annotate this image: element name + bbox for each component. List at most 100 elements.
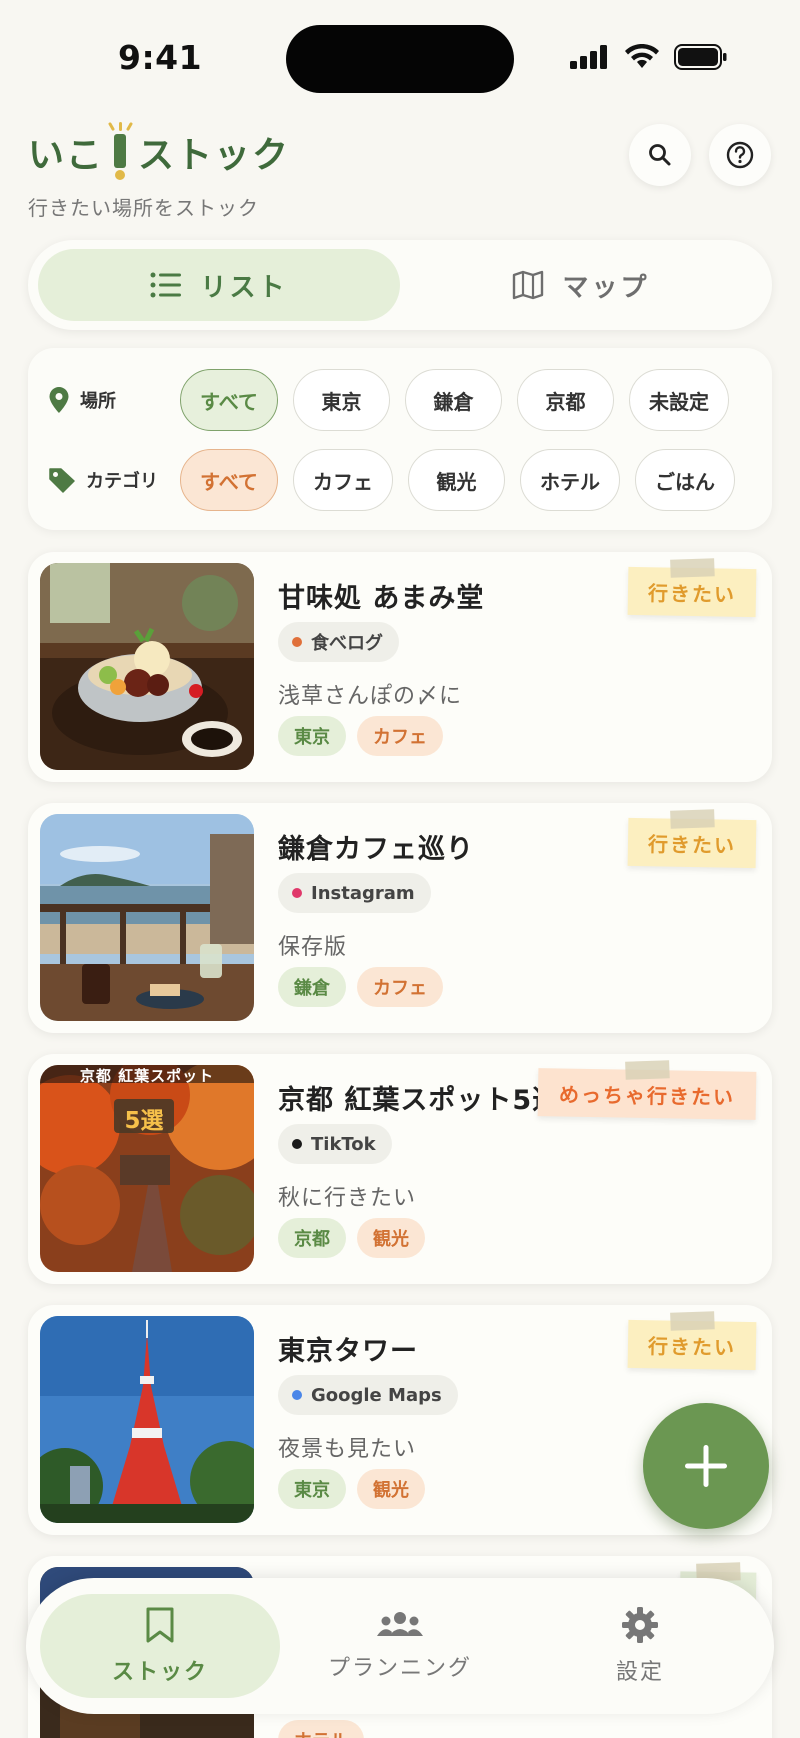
battery-icon	[674, 44, 727, 70]
spot-title: 京都 紅葉スポット5選	[278, 1085, 561, 1116]
view-toggle: リスト マップ	[28, 240, 772, 330]
app-title-part2: ストック	[138, 135, 291, 176]
source-label: Google Maps	[311, 1384, 442, 1406]
spot-card[interactable]: 鎌倉カフェ巡り Instagram 保存版 鎌倉 カフェ 行きたい	[28, 803, 772, 1033]
source-badge: TikTok	[278, 1124, 392, 1164]
spot-memo: 保存版	[278, 935, 348, 960]
category-filter-text: カテゴリ	[86, 471, 158, 492]
category-tag: カフェ	[357, 967, 443, 1007]
status-time: 9:41	[118, 38, 203, 77]
list-view-label: リスト	[200, 272, 288, 303]
location-filter-label: 場所	[48, 386, 180, 414]
source-label: TikTok	[311, 1133, 376, 1155]
status-label: めっちゃ行きたい	[558, 1081, 736, 1110]
people-icon	[377, 1612, 423, 1636]
source-badge: Instagram	[278, 873, 431, 913]
thumbnail-caption: 京都 紅葉スポット	[79, 1067, 215, 1085]
tag-icon	[49, 468, 75, 493]
spot-tags: 鎌倉 カフェ	[278, 967, 443, 1007]
location-filter-text: 場所	[80, 391, 116, 412]
spot-title: 鎌倉カフェ巡り	[278, 834, 474, 865]
spot-tags: 東京 観光	[278, 1469, 425, 1509]
status-sticky-note[interactable]: 行きたい	[627, 809, 757, 869]
list-icon	[150, 272, 182, 298]
category-chip-food[interactable]: ごはん	[635, 449, 735, 511]
map-view-tab[interactable]: マップ	[400, 249, 762, 321]
location-filter-row: 場所 すべて 東京 鎌倉 京都 未設定	[48, 368, 744, 432]
spot-memo: 浅草さんぽの〆に	[278, 684, 463, 709]
search-icon	[649, 144, 671, 166]
source-dot-icon	[292, 1139, 302, 1149]
dynamic-island	[286, 25, 514, 93]
category-filter-label: カテゴリ	[48, 467, 180, 493]
nav-settings[interactable]: 設定	[520, 1594, 760, 1698]
spot-thumbnail-kamakura	[40, 814, 254, 1021]
wifi-icon	[625, 44, 659, 68]
spot-card[interactable]: 甘味処 あまみ堂 食べログ 浅草さんぽの〆に 東京 カフェ 行きたい	[28, 552, 772, 782]
filter-panel: 場所 すべて 東京 鎌倉 京都 未設定 カテゴリ すべて カフェ 観光 ホテル …	[28, 348, 772, 530]
status-sticky-note[interactable]: 行きたい	[627, 558, 757, 618]
category-chip-cafe[interactable]: カフェ	[293, 449, 393, 511]
source-dot-icon	[292, 637, 302, 647]
plus-icon	[685, 1445, 727, 1487]
spot-title: 甘味処 あまみ堂	[278, 583, 485, 614]
map-icon	[513, 270, 544, 300]
spot-thumbnail-kyoto: 京都 紅葉スポット 5選	[40, 1065, 254, 1272]
spot-title: 東京タワー	[278, 1336, 418, 1367]
location-tag: 東京	[278, 1469, 346, 1509]
category-chip-sightseeing[interactable]: 観光	[408, 449, 505, 511]
status-bar: 9:41	[0, 0, 800, 110]
status-sticky-note[interactable]: 行きたい	[627, 1311, 757, 1371]
source-dot-icon	[292, 888, 302, 898]
help-button[interactable]	[709, 124, 771, 186]
category-tag: ホテル	[278, 1720, 364, 1738]
source-badge: Google Maps	[278, 1375, 458, 1415]
help-icon	[726, 141, 754, 169]
location-pin-icon	[49, 387, 69, 413]
spot-card[interactable]: 京都 紅葉スポット 5選 京都 紅葉スポット5選 TikTok 秋に行きたい 京…	[28, 1054, 772, 1284]
category-chip-all[interactable]: すべて	[180, 449, 278, 511]
location-chip-all[interactable]: すべて	[180, 369, 278, 431]
location-chip-unset[interactable]: 未設定	[629, 369, 729, 431]
app-title-part1: いこ	[28, 135, 105, 176]
spot-memo: 夜景も見たい	[278, 1437, 417, 1462]
spot-tags: ホテル	[278, 1720, 364, 1738]
status-label: 行きたい	[647, 1333, 737, 1360]
status-sticky-note[interactable]: めっちゃ行きたい	[537, 1060, 757, 1120]
status-label: 行きたい	[647, 580, 737, 607]
nav-planning-label: プランニング	[327, 1656, 472, 1681]
map-view-label: マップ	[562, 272, 650, 303]
spot-tags: 京都 観光	[278, 1218, 425, 1258]
gear-icon	[622, 1607, 658, 1643]
spot-memo: 秋に行きたい	[278, 1186, 417, 1211]
category-tag: 観光	[357, 1469, 425, 1509]
status-label: 行きたい	[647, 831, 737, 858]
location-tag: 東京	[278, 716, 346, 756]
spot-thumbnail-tokyo-tower	[40, 1316, 254, 1523]
bookmark-icon	[146, 1607, 174, 1643]
source-label: 食べログ	[311, 633, 383, 654]
nav-stock[interactable]: ストック	[40, 1594, 280, 1698]
app-subtitle: 行きたい場所をストック	[28, 196, 259, 220]
spot-tags: 東京 カフェ	[278, 716, 443, 756]
search-button[interactable]	[629, 124, 691, 186]
location-chip-tokyo[interactable]: 東京	[293, 369, 390, 431]
location-tag: 鎌倉	[278, 967, 346, 1007]
spot-thumbnail-anmitsu	[40, 563, 254, 770]
source-label: Instagram	[311, 882, 415, 904]
location-chip-kyoto[interactable]: 京都	[517, 369, 614, 431]
app-header: いこ ストック 行きたい場所をストック	[28, 121, 772, 222]
source-dot-icon	[292, 1390, 302, 1400]
nav-settings-label: 設定	[615, 1660, 664, 1685]
thumbnail-badge: 5選	[124, 1108, 164, 1134]
add-spot-button[interactable]	[643, 1403, 769, 1529]
location-chip-kamakura[interactable]: 鎌倉	[405, 369, 502, 431]
nav-stock-label: ストック	[111, 1660, 208, 1685]
category-filter-row: カテゴリ すべて カフェ 観光 ホテル ごはん	[48, 448, 750, 512]
list-view-tab[interactable]: リスト	[38, 249, 400, 321]
nav-planning[interactable]: プランニング	[280, 1594, 520, 1698]
location-tag: 京都	[278, 1218, 346, 1258]
category-tag: カフェ	[357, 716, 443, 756]
category-chip-hotel[interactable]: ホテル	[520, 449, 620, 511]
source-badge: 食べログ	[278, 622, 399, 662]
